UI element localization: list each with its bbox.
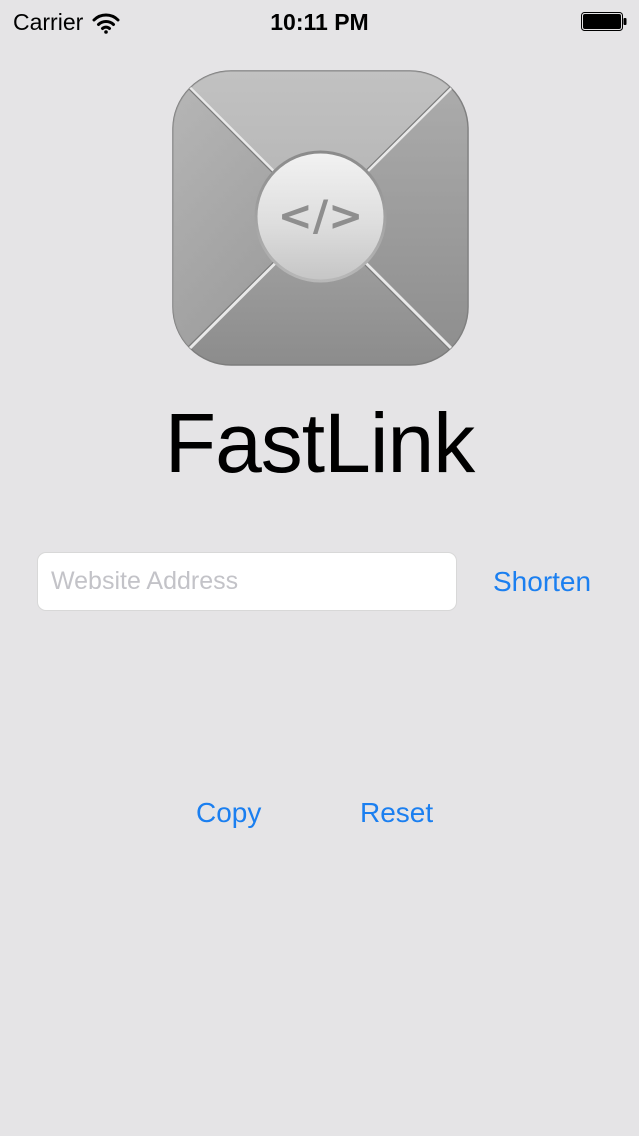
app-title: FastLink [164,396,475,490]
website-address-input[interactable] [37,552,457,611]
reset-button[interactable]: Reset [360,799,433,827]
status-time: 10:11 PM [270,9,369,35]
fastlink-logo-icon: </> [172,70,469,366]
shorten-button[interactable]: Shorten [493,568,591,596]
code-glyph: </> [278,191,364,240]
copy-button[interactable]: Copy [196,799,261,827]
battery-icon [581,12,627,31]
status-bar: Carrier 10:11 PM [0,0,639,40]
